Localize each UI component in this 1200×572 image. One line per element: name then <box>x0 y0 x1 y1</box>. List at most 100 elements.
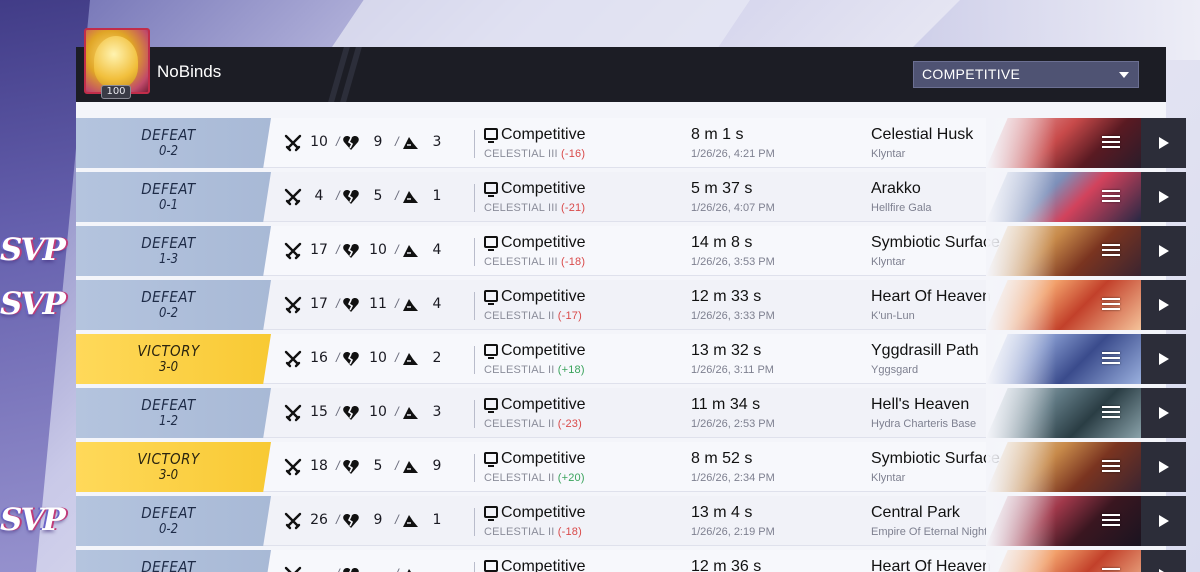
rank-tier: CELESTIAL III <box>484 256 558 268</box>
match-row[interactable]: DEFEAT 0-2 10 / 9 / 3 Competitive CELEST… <box>76 118 1186 168</box>
match-score: 3-0 <box>158 468 179 483</box>
match-date: 1/26/26, 4:07 PM <box>691 202 775 214</box>
match-duration: 12 m 36 s <box>691 558 871 572</box>
deaths-count: 5 <box>373 458 383 474</box>
kills-count: 16 <box>310 350 328 366</box>
replay-play-button[interactable] <box>1141 226 1186 276</box>
match-row[interactable]: DEFEAT 0-2 26 / 9 / 1 Competitive CELEST… <box>76 496 1186 546</box>
kills-count: 17 <box>310 296 328 312</box>
assists-count: 3 <box>432 134 442 150</box>
replay-play-button[interactable] <box>1141 496 1186 546</box>
menu-icon[interactable] <box>1102 457 1120 477</box>
menu-icon[interactable] <box>1102 295 1120 315</box>
match-date: 1/26/26, 4:21 PM <box>691 148 775 160</box>
divider <box>474 508 475 536</box>
separator: / <box>395 458 399 473</box>
menu-icon[interactable] <box>1102 565 1120 572</box>
menu-icon[interactable] <box>1102 133 1120 153</box>
assists-count: 2 <box>432 350 442 366</box>
crossed-swords-icon <box>284 457 302 477</box>
helping-hand-icon <box>401 511 419 531</box>
match-duration: 8 m 52 s 1/26/26, 2:34 PM <box>691 450 871 484</box>
match-result-badge: VICTORY 3-0 <box>76 334 271 384</box>
match-score: 1-3 <box>158 252 179 267</box>
broken-heart-icon <box>342 403 360 423</box>
rank-tier: CELESTIAL II <box>484 526 555 538</box>
deaths-count: 5 <box>373 188 383 204</box>
mode-name: Competitive <box>501 450 586 467</box>
rank-tier: CELESTIAL II <box>484 364 555 376</box>
monitor-icon <box>484 344 498 359</box>
monitor-icon <box>484 236 498 251</box>
helping-hand-icon <box>401 457 419 477</box>
match-result: DEFEAT <box>141 396 196 414</box>
match-result-badge: DEFEAT <box>76 550 271 572</box>
replay-play-button[interactable] <box>1141 334 1186 384</box>
deaths-count: 10 <box>369 242 387 258</box>
rank-delta: (-21) <box>560 202 586 214</box>
monitor-icon <box>484 506 498 521</box>
match-duration: 5 m 37 s 1/26/26, 4:07 PM <box>691 180 871 214</box>
match-row[interactable]: DEFEAT / / Competitive 12 m 36 s Heart O… <box>76 550 1186 572</box>
mode-name: Competitive <box>501 126 586 143</box>
match-duration: 14 m 8 s 1/26/26, 3:53 PM <box>691 234 871 268</box>
menu-icon[interactable] <box>1102 241 1120 261</box>
match-row[interactable]: DEFEAT 1-3 17 / 10 / 4 Competitive CELES… <box>76 226 1186 276</box>
match-row[interactable]: VICTORY 3-0 18 / 5 / 9 Competitive CELES… <box>76 442 1186 492</box>
match-row[interactable]: DEFEAT 0-1 4 / 5 / 1 Competitive CELESTI… <box>76 172 1186 222</box>
match-row[interactable]: DEFEAT 1-2 15 / 10 / 3 Competitive CELES… <box>76 388 1186 438</box>
broken-heart-icon <box>342 295 360 315</box>
duration-value: 13 m 4 s <box>691 504 753 521</box>
monitor-icon <box>484 398 498 413</box>
menu-icon[interactable] <box>1102 403 1120 423</box>
mode-filter-dropdown[interactable]: COMPETITIVE <box>913 61 1139 88</box>
mode-name: Competitive <box>501 288 586 305</box>
duration-value: 8 m 52 s <box>691 450 753 467</box>
player-name: NoBinds <box>157 62 222 81</box>
helping-hand-icon <box>401 295 419 315</box>
match-result: DEFEAT <box>141 288 196 306</box>
rank-tier: CELESTIAL III <box>484 148 558 160</box>
menu-icon[interactable] <box>1102 511 1120 531</box>
separator: / <box>336 566 340 572</box>
match-mode: Competitive CELESTIAL III (-18) <box>484 234 684 268</box>
match-row[interactable]: VICTORY 3-0 16 / 10 / 2 Competitive CELE… <box>76 334 1186 384</box>
assists-count: 1 <box>432 512 442 528</box>
kills-count: 18 <box>310 458 328 474</box>
rank-tier: CELESTIAL III <box>484 202 558 214</box>
replay-play-button[interactable] <box>1141 118 1186 168</box>
duration-value: 12 m 36 s <box>691 558 762 572</box>
crossed-swords-icon <box>284 241 302 261</box>
separator: / <box>336 512 340 527</box>
crossed-swords-icon <box>284 133 302 153</box>
duration-value: 14 m 8 s <box>691 234 753 251</box>
separator: / <box>395 566 399 572</box>
separator: / <box>336 350 340 365</box>
svp-badge: SVP <box>0 502 66 538</box>
broken-heart-icon <box>342 187 360 207</box>
replay-play-button[interactable] <box>1141 388 1186 438</box>
duration-value: 8 m 1 s <box>691 126 744 143</box>
match-result-badge: VICTORY 3-0 <box>76 442 271 492</box>
thumbnail-fade <box>986 172 1056 222</box>
match-mode: Competitive CELESTIAL II (+18) <box>484 342 684 376</box>
match-duration: 8 m 1 s 1/26/26, 4:21 PM <box>691 126 871 160</box>
broken-heart-icon <box>342 457 360 477</box>
mode-name: Competitive <box>501 234 586 251</box>
rank-delta: (+18) <box>557 364 585 376</box>
match-row[interactable]: DEFEAT 0-2 17 / 11 / 4 Competitive CELES… <box>76 280 1186 330</box>
menu-icon[interactable] <box>1102 187 1120 207</box>
broken-heart-icon <box>342 241 360 261</box>
replay-play-button[interactable] <box>1141 442 1186 492</box>
menu-icon[interactable] <box>1102 349 1120 369</box>
replay-play-button[interactable] <box>1141 280 1186 330</box>
match-result: VICTORY <box>137 450 200 468</box>
replay-play-button[interactable] <box>1141 172 1186 222</box>
rank-delta: (-23) <box>557 418 582 430</box>
separator: / <box>395 404 399 419</box>
kills-count: 4 <box>314 188 324 204</box>
rank-tier: CELESTIAL II <box>484 418 555 430</box>
replay-play-button[interactable] <box>1141 550 1186 572</box>
deaths-count: 11 <box>369 296 387 312</box>
rank-delta: (-17) <box>557 310 582 322</box>
